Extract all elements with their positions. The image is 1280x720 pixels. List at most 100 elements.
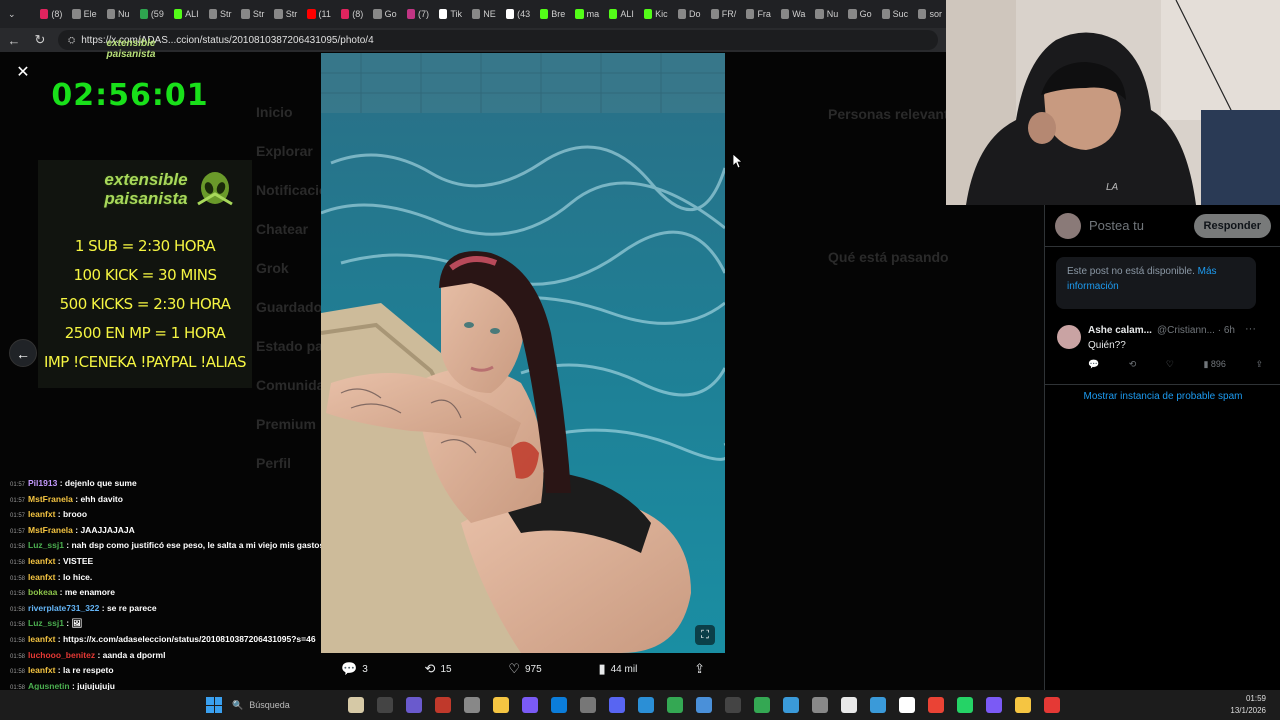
show-spam-link[interactable]: Mostrar instancia de probable spam	[1045, 391, 1280, 402]
url-field[interactable]: ⛭ https://x.com/ADAS...ccion/status/2010…	[58, 30, 938, 50]
windows-start-icon[interactable]	[206, 697, 222, 713]
browser-tab[interactable]: Str	[270, 3, 301, 25]
views-button[interactable]: ▮ 44 mil	[598, 661, 637, 677]
notes-icon[interactable]	[696, 697, 712, 713]
browser-tab[interactable]: ALI	[605, 3, 638, 25]
browser-tab[interactable]: ma	[571, 3, 603, 25]
chat-username[interactable]: bokeaa	[28, 587, 57, 597]
site-info-icon[interactable]: ⛭	[68, 35, 75, 46]
task-view-icon[interactable]	[377, 697, 393, 713]
reload-icon[interactable]: ↻	[32, 32, 48, 48]
chat-message: 01:58 Luz_ssj1 : 🖼	[0, 616, 322, 632]
post-photo[interactable]	[321, 53, 725, 653]
repost-button[interactable]: ⟲ 15	[425, 661, 452, 677]
whatsapp-icon[interactable]	[957, 697, 973, 713]
opera-icon[interactable]	[435, 697, 451, 713]
browser-tab[interactable]: Go	[369, 3, 400, 25]
chat-username[interactable]: Luz_ssj1	[28, 618, 64, 628]
chat-username[interactable]: leanfxt	[28, 556, 55, 566]
chat-timestamp: 01:57	[10, 528, 26, 535]
close-icon[interactable]: ✕	[14, 64, 32, 82]
browser-tab[interactable]: (43	[502, 3, 534, 25]
chat-username[interactable]: Luz_ssj1	[28, 540, 64, 550]
browser-tab[interactable]: sor	[914, 3, 946, 25]
views-button[interactable]: ▮ 896	[1203, 359, 1225, 370]
browser-tab[interactable]: (8)	[36, 3, 66, 25]
chat-username[interactable]: luchooo_benitez	[28, 650, 95, 660]
browser-tab[interactable]: Tik	[435, 3, 466, 25]
browser-tab[interactable]: Do	[674, 3, 705, 25]
browser-tab[interactable]: Fra	[742, 3, 775, 25]
chat-username[interactable]: leanfxt	[28, 572, 55, 582]
pen-icon[interactable]	[522, 697, 538, 713]
system-clock[interactable]: 01:59 13/1/2026	[1230, 693, 1266, 717]
copilot-icon[interactable]	[406, 697, 422, 713]
mail-icon[interactable]	[638, 697, 654, 713]
share-icon[interactable]: ⇪	[1255, 359, 1263, 370]
share-button[interactable]: ⇪	[694, 661, 705, 677]
previous-photo-button[interactable]: ←	[9, 339, 37, 367]
chrome-icon[interactable]	[580, 697, 596, 713]
reply-icon[interactable]: 💬	[1088, 359, 1099, 370]
app-icon[interactable]	[986, 697, 1002, 713]
back-icon[interactable]: ←	[6, 33, 22, 48]
store-icon[interactable]	[464, 697, 480, 713]
browser-tab[interactable]: Ele	[68, 3, 100, 25]
chat-message: 01:58 leanfxt : VISTEE	[0, 554, 322, 570]
more-options-icon[interactable]: ···	[1245, 323, 1256, 335]
repost-icon[interactable]: ⟲	[1129, 359, 1137, 370]
edge-icon[interactable]	[551, 697, 567, 713]
browser-tab[interactable]: Wa	[777, 3, 809, 25]
browser-tab[interactable]: Suc	[878, 3, 913, 25]
chat-username[interactable]: Pil1913	[28, 478, 57, 488]
image-expand-icon[interactable]: ⛶	[695, 625, 715, 645]
photos-icon[interactable]	[841, 697, 857, 713]
browser-tab[interactable]: Str	[237, 3, 268, 25]
reply-input[interactable]: Postea tu	[1089, 218, 1186, 233]
browser-tab[interactable]: NE	[468, 3, 500, 25]
chat-username[interactable]: leanfxt	[28, 509, 55, 519]
discord-icon[interactable]	[609, 697, 625, 713]
reply-composer: Postea tu Responder	[1045, 205, 1280, 247]
weather-icon[interactable]	[348, 697, 364, 713]
calculator-icon[interactable]	[870, 697, 886, 713]
browser-tab[interactable]: Nu	[811, 3, 842, 25]
heart-icon[interactable]: ♡	[1166, 359, 1174, 370]
chrome-icon[interactable]	[754, 697, 770, 713]
browser-tab[interactable]: Go	[844, 3, 875, 25]
mouse-cursor-icon	[733, 154, 743, 169]
browser-tab[interactable]: Str	[205, 3, 236, 25]
terminal-icon[interactable]	[725, 697, 741, 713]
tab-list-chevron-icon[interactable]: ⌄	[4, 3, 34, 25]
app-icon[interactable]	[1044, 697, 1060, 713]
browser-tab[interactable]: ALI	[170, 3, 203, 25]
browser-tab[interactable]: (59	[136, 3, 168, 25]
browser-tab[interactable]: (7)	[403, 3, 433, 25]
reply-author-handle[interactable]: @Cristiann... · 6h	[1157, 325, 1235, 336]
chat-separator: :	[57, 587, 65, 598]
chrome-icon[interactable]	[667, 697, 683, 713]
browser-tab[interactable]: (11	[303, 3, 335, 25]
reply-button[interactable]: 💬 3	[341, 661, 368, 677]
browser-tab[interactable]: (8)	[337, 3, 367, 25]
app-icon[interactable]	[1015, 697, 1031, 713]
chat-username[interactable]: leanfxt	[28, 665, 55, 675]
app-icon[interactable]	[928, 697, 944, 713]
browser-tab[interactable]: Bre	[536, 3, 569, 25]
avatar[interactable]	[1057, 325, 1081, 349]
browser-tab[interactable]: FR/	[707, 3, 741, 25]
reply-post[interactable]: Ashe calam... @Cristiann... · 6h ··· Qui…	[1045, 317, 1280, 385]
vscode-icon[interactable]	[783, 697, 799, 713]
chat-username[interactable]: riverplate731_322	[28, 603, 99, 613]
capcut-icon[interactable]	[899, 697, 915, 713]
browser-tab[interactable]: Kic	[640, 3, 672, 25]
like-button[interactable]: ♡ 975	[508, 661, 541, 677]
settings-icon[interactable]	[812, 697, 828, 713]
file-explorer-icon[interactable]	[493, 697, 509, 713]
reply-author-name[interactable]: Ashe calam...	[1088, 325, 1152, 336]
chat-username[interactable]: MstFranela	[28, 494, 73, 504]
chat-username[interactable]: leanfxt	[28, 634, 55, 644]
responder-button[interactable]: Responder	[1193, 213, 1271, 238]
chat-username[interactable]: MstFranela	[28, 525, 73, 535]
browser-tab[interactable]: Nu	[103, 3, 134, 25]
